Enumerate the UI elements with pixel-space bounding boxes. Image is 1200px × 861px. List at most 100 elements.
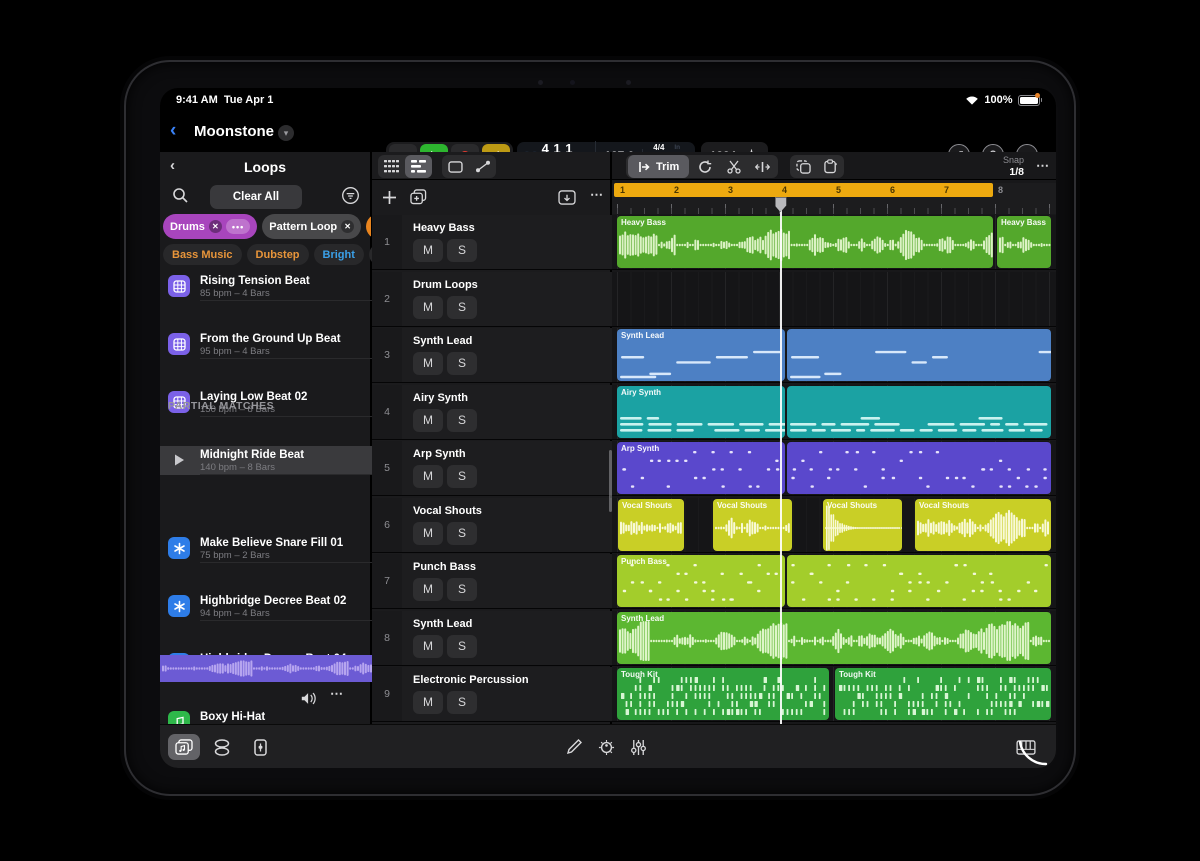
loops-browser-button[interactable] bbox=[168, 734, 200, 760]
track-header-arp-synth[interactable]: 5Arp SynthMS bbox=[372, 441, 612, 496]
filter-chip-pattern-loop[interactable]: Pattern Loop✕ bbox=[262, 214, 361, 239]
live-loops-view-button[interactable] bbox=[378, 155, 405, 178]
tag-bass-music[interactable]: Bass Music bbox=[163, 244, 242, 265]
chip-remove-icon[interactable]: ✕ bbox=[209, 220, 222, 233]
project-dropdown-icon[interactable]: ▾ bbox=[278, 125, 294, 141]
mute-button[interactable]: M bbox=[413, 465, 443, 488]
region-airy-synth[interactable]: Airy Synth bbox=[617, 386, 785, 438]
region-tough-kit[interactable]: Tough Kit bbox=[617, 668, 829, 720]
track-header-airy-synth[interactable]: 4Airy SynthMS bbox=[372, 385, 612, 440]
solo-button[interactable]: S bbox=[447, 522, 477, 545]
region-part[interactable] bbox=[787, 386, 1051, 438]
region-vocal-shouts[interactable]: Vocal Shouts bbox=[823, 499, 902, 551]
region-part[interactable] bbox=[787, 555, 1051, 607]
loop-list-item[interactable]: Midnight Ride Beat140 bpm – 8 Bars bbox=[160, 446, 372, 475]
loop-preview-waveform[interactable] bbox=[160, 655, 372, 682]
region-heavy-bass[interactable]: Heavy Bass bbox=[997, 216, 1051, 268]
solo-button[interactable]: S bbox=[447, 409, 477, 432]
mute-button[interactable]: M bbox=[413, 635, 443, 658]
solo-button[interactable]: S bbox=[447, 578, 477, 601]
track-header-punch-bass[interactable]: 7Punch BassMS bbox=[372, 554, 612, 609]
plugins-button[interactable] bbox=[244, 734, 276, 760]
loop-list-item[interactable]: Make Believe Snare Fill 0175 bpm – 2 Bar… bbox=[160, 534, 372, 563]
mute-button[interactable]: M bbox=[413, 352, 443, 375]
track-lane-8[interactable]: Synth Lead bbox=[612, 611, 1056, 666]
join-tool-button[interactable] bbox=[749, 155, 776, 178]
region-tough-kit[interactable]: Tough Kit bbox=[835, 668, 1051, 720]
solo-button[interactable]: S bbox=[447, 691, 477, 714]
solo-button[interactable]: S bbox=[447, 465, 477, 488]
cycle-region[interactable] bbox=[614, 183, 993, 197]
mute-button[interactable]: M bbox=[413, 409, 443, 432]
loop-list-item[interactable]: Rising Tension Beat85 bpm – 4 Bars bbox=[160, 272, 372, 301]
filter-chip-drums[interactable]: Drums✕••• bbox=[163, 214, 257, 239]
track-name[interactable]: Arp Synth bbox=[413, 448, 466, 460]
cells-button[interactable] bbox=[206, 734, 238, 760]
edit-more-button[interactable]: ⋯ bbox=[1036, 158, 1050, 174]
track-lane-4[interactable]: Airy Synth bbox=[612, 385, 1056, 440]
browser-more-button[interactable]: ⋯ bbox=[330, 686, 344, 702]
paste-button[interactable] bbox=[817, 155, 844, 178]
track-header-vocal-shouts[interactable]: 6Vocal ShoutsMS bbox=[372, 498, 612, 553]
filter-icon[interactable] bbox=[341, 186, 360, 205]
loop-list-item[interactable]: From the Ground Up Beat95 bpm – 4 Bars bbox=[160, 330, 372, 359]
snap-setting[interactable]: Snap 1/8 bbox=[1003, 154, 1024, 178]
duplicate-icon[interactable] bbox=[410, 189, 427, 205]
copy-button[interactable] bbox=[790, 155, 817, 178]
project-title[interactable]: Moonstone bbox=[194, 123, 274, 140]
loop-list-item[interactable]: Highbridge Decree Beat 0294 bpm – 4 Bars bbox=[160, 592, 372, 621]
track-name[interactable]: Airy Synth bbox=[413, 392, 468, 404]
playhead-line[interactable] bbox=[780, 197, 782, 724]
region-punch-bass[interactable]: Punch Bass bbox=[617, 555, 785, 607]
loop-tool-button[interactable] bbox=[691, 155, 718, 178]
region-synth-lead[interactable]: Synth Lead bbox=[617, 612, 1051, 664]
region-heavy-bass[interactable]: Heavy Bass bbox=[617, 216, 993, 268]
track-lane-5[interactable]: Arp Synth bbox=[612, 441, 1056, 496]
corner-gesture-arc[interactable] bbox=[1018, 740, 1048, 766]
track-more-button[interactable]: ⋯ bbox=[590, 187, 603, 203]
solo-button[interactable]: S bbox=[447, 352, 477, 375]
track-header-heavy-bass[interactable]: 1Heavy BassMS bbox=[372, 215, 612, 270]
track-name[interactable]: Synth Lead bbox=[413, 335, 472, 347]
track-lane-1[interactable]: Heavy BassHeavy Bass bbox=[612, 215, 1056, 270]
vertical-scrollbar[interactable] bbox=[609, 450, 612, 512]
track-lane-2[interactable] bbox=[612, 272, 1056, 327]
mixer-button[interactable] bbox=[622, 734, 654, 760]
split-tool-button[interactable] bbox=[720, 155, 747, 178]
track-lane-6[interactable]: Vocal ShoutsVocal ShoutsVocal ShoutsVoca… bbox=[612, 498, 1056, 553]
track-header-electronic-percussion[interactable]: 9Electronic PercussionMS› bbox=[372, 667, 612, 722]
marquee-tool-button[interactable] bbox=[442, 155, 469, 178]
preview-volume-icon[interactable] bbox=[300, 691, 318, 706]
region-arp-synth[interactable]: Arp Synth bbox=[617, 442, 785, 494]
track-header-synth-lead[interactable]: 3Synth LeadMS bbox=[372, 328, 612, 383]
trim-tool-button[interactable]: Trim bbox=[628, 155, 689, 178]
mute-button[interactable]: M bbox=[413, 578, 443, 601]
clear-all-button[interactable]: Clear All bbox=[210, 185, 302, 209]
region-synth-lead[interactable]: Synth Lead bbox=[617, 329, 785, 381]
import-icon[interactable] bbox=[558, 190, 576, 205]
tag-dubstep[interactable]: Dubstep bbox=[247, 244, 309, 265]
mute-button[interactable]: M bbox=[413, 239, 443, 262]
automation-button[interactable] bbox=[469, 155, 496, 178]
pencil-button[interactable] bbox=[558, 734, 590, 760]
mute-button[interactable]: M bbox=[413, 296, 443, 319]
chip-remove-icon[interactable]: ✕ bbox=[341, 220, 354, 233]
tracks-view-button[interactable] bbox=[405, 155, 432, 178]
track-name[interactable]: Synth Lead bbox=[413, 618, 472, 630]
mute-button[interactable]: M bbox=[413, 522, 443, 545]
mute-button[interactable]: M bbox=[413, 691, 443, 714]
region-part[interactable] bbox=[787, 329, 1051, 381]
region-part[interactable] bbox=[787, 442, 1051, 494]
filter-chip-trap[interactable]: Trap✕ bbox=[366, 214, 371, 239]
chip-more-button[interactable]: ••• bbox=[226, 219, 250, 234]
bar-ruler[interactable]: 12345678 bbox=[612, 183, 1056, 214]
track-lane-9[interactable]: Tough KitTough Kit bbox=[612, 667, 1056, 722]
track-name[interactable]: Drum Loops bbox=[413, 279, 478, 291]
track-lane-3[interactable]: Synth Lead bbox=[612, 328, 1056, 383]
smart-controls-button[interactable] bbox=[590, 734, 622, 760]
solo-button[interactable]: S bbox=[447, 296, 477, 319]
tag-bright[interactable]: Bright bbox=[314, 244, 364, 265]
search-icon[interactable] bbox=[172, 187, 189, 204]
back-button[interactable]: ‹ bbox=[170, 120, 176, 142]
track-name[interactable]: Punch Bass bbox=[413, 561, 476, 573]
